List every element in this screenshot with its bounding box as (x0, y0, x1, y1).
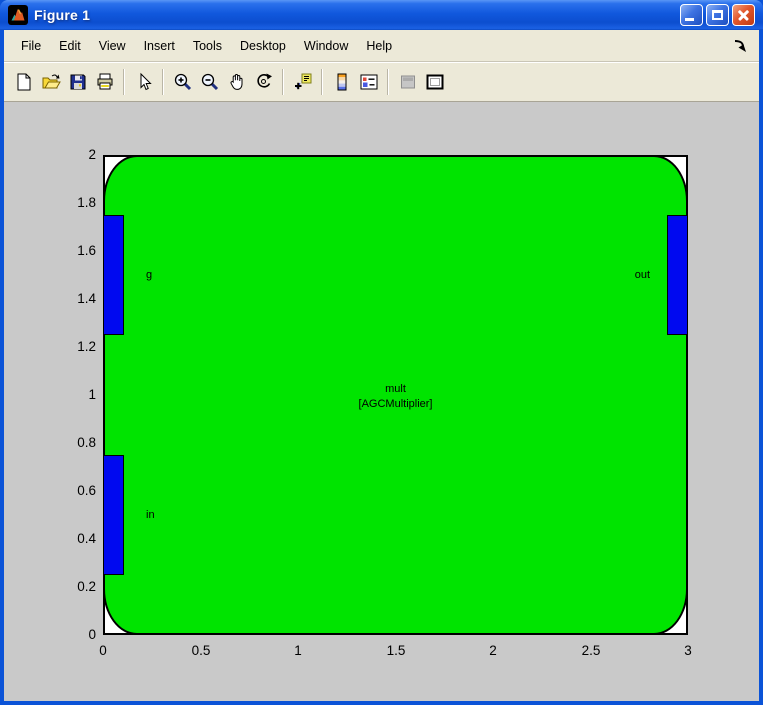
rotate-3d-icon (254, 72, 274, 92)
colorbar-icon (332, 72, 352, 92)
x-tick-label: 0 (73, 642, 133, 660)
y-tick-label: 0.4 (4, 530, 96, 548)
rotate-3d-button[interactable] (250, 69, 277, 96)
zoom-in-icon (173, 72, 193, 92)
zoom-in-button[interactable] (169, 69, 196, 96)
insert-legend-button[interactable] (355, 69, 382, 96)
figure-toolbar (4, 62, 759, 102)
data-cursor-icon (293, 72, 313, 92)
data-cursor-button[interactable] (289, 69, 316, 96)
pan-button[interactable] (223, 69, 250, 96)
print-figure-button[interactable] (91, 69, 118, 96)
maximize-button[interactable] (706, 4, 729, 26)
toolbar-separator (162, 69, 164, 95)
figure-canvas[interactable]: 2 1.8 1.6 1.4 1.2 1 0.8 0.6 0.4 0.2 0 0 … (4, 102, 759, 701)
dock-figure-arrow-icon[interactable] (733, 39, 747, 53)
hide-plot-tools-button (394, 69, 421, 96)
menu-file[interactable]: File (12, 34, 50, 58)
title-bar[interactable]: Figure 1 (0, 0, 763, 30)
plot-axes[interactable]: g in out mult [AGCMultiplier] (103, 155, 688, 635)
menu-insert[interactable]: Insert (135, 34, 184, 58)
toolbar-separator (387, 69, 389, 95)
maximize-icon (712, 10, 723, 20)
x-tick-label: 3 (658, 642, 718, 660)
port-out[interactable] (667, 215, 688, 335)
x-tick-label: 2.5 (561, 642, 621, 660)
new-figure-button[interactable] (10, 69, 37, 96)
block-type: [AGCMultiplier] (105, 397, 686, 412)
port-g-label: g (146, 269, 152, 281)
menu-bar: File Edit View Insert Tools Desktop Wind… (4, 30, 759, 62)
close-button[interactable] (732, 4, 755, 26)
port-g[interactable] (103, 215, 124, 335)
menu-tools[interactable]: Tools (184, 34, 231, 58)
menu-desktop[interactable]: Desktop (231, 34, 295, 58)
y-tick-label: 1.6 (4, 242, 96, 260)
x-tick-label: 1 (268, 642, 328, 660)
show-plot-tools-icon (425, 72, 445, 92)
minimize-button[interactable] (680, 4, 703, 26)
block-name: mult (105, 382, 686, 397)
open-file-button[interactable] (37, 69, 64, 96)
port-in[interactable] (103, 455, 124, 575)
zoom-out-button[interactable] (196, 69, 223, 96)
y-tick-label: 1.2 (4, 338, 96, 356)
y-tick-label: 1.8 (4, 194, 96, 212)
insert-colorbar-button[interactable] (328, 69, 355, 96)
x-tick-label: 2 (463, 642, 523, 660)
toolbar-separator (282, 69, 284, 95)
zoom-out-icon (200, 72, 220, 92)
open-folder-icon (41, 72, 61, 92)
minimize-icon (685, 18, 694, 21)
save-floppy-icon (68, 72, 88, 92)
menu-view[interactable]: View (90, 34, 135, 58)
y-tick-label: 0.8 (4, 434, 96, 452)
x-tick-label: 0.5 (171, 642, 231, 660)
save-figure-button[interactable] (64, 69, 91, 96)
y-tick-label: 1 (4, 386, 96, 404)
new-document-icon (14, 72, 34, 92)
menu-window[interactable]: Window (295, 34, 357, 58)
toolbar-separator (123, 69, 125, 95)
port-in-label: in (146, 509, 155, 521)
y-tick-label: 2 (4, 146, 96, 164)
y-tick-label: 0.2 (4, 578, 96, 596)
block-label: mult [AGCMultiplier] (105, 382, 686, 412)
matlab-logo-icon (8, 5, 28, 25)
window-title: Figure 1 (34, 7, 90, 23)
show-plot-tools-button[interactable] (421, 69, 448, 96)
menu-edit[interactable]: Edit (50, 34, 90, 58)
printer-icon (95, 72, 115, 92)
edit-plot-button[interactable] (130, 69, 157, 96)
legend-icon (359, 72, 379, 92)
y-tick-label: 0.6 (4, 482, 96, 500)
x-tick-label: 1.5 (366, 642, 426, 660)
menu-help[interactable]: Help (357, 34, 401, 58)
figure-window: Figure 1 File Edit View Insert Tools Des… (0, 0, 763, 705)
port-out-label: out (635, 269, 650, 281)
y-tick-label: 1.4 (4, 290, 96, 308)
hand-icon (227, 72, 247, 92)
arrow-cursor-icon (134, 72, 154, 92)
hide-plot-tools-icon (398, 72, 418, 92)
toolbar-separator (321, 69, 323, 95)
